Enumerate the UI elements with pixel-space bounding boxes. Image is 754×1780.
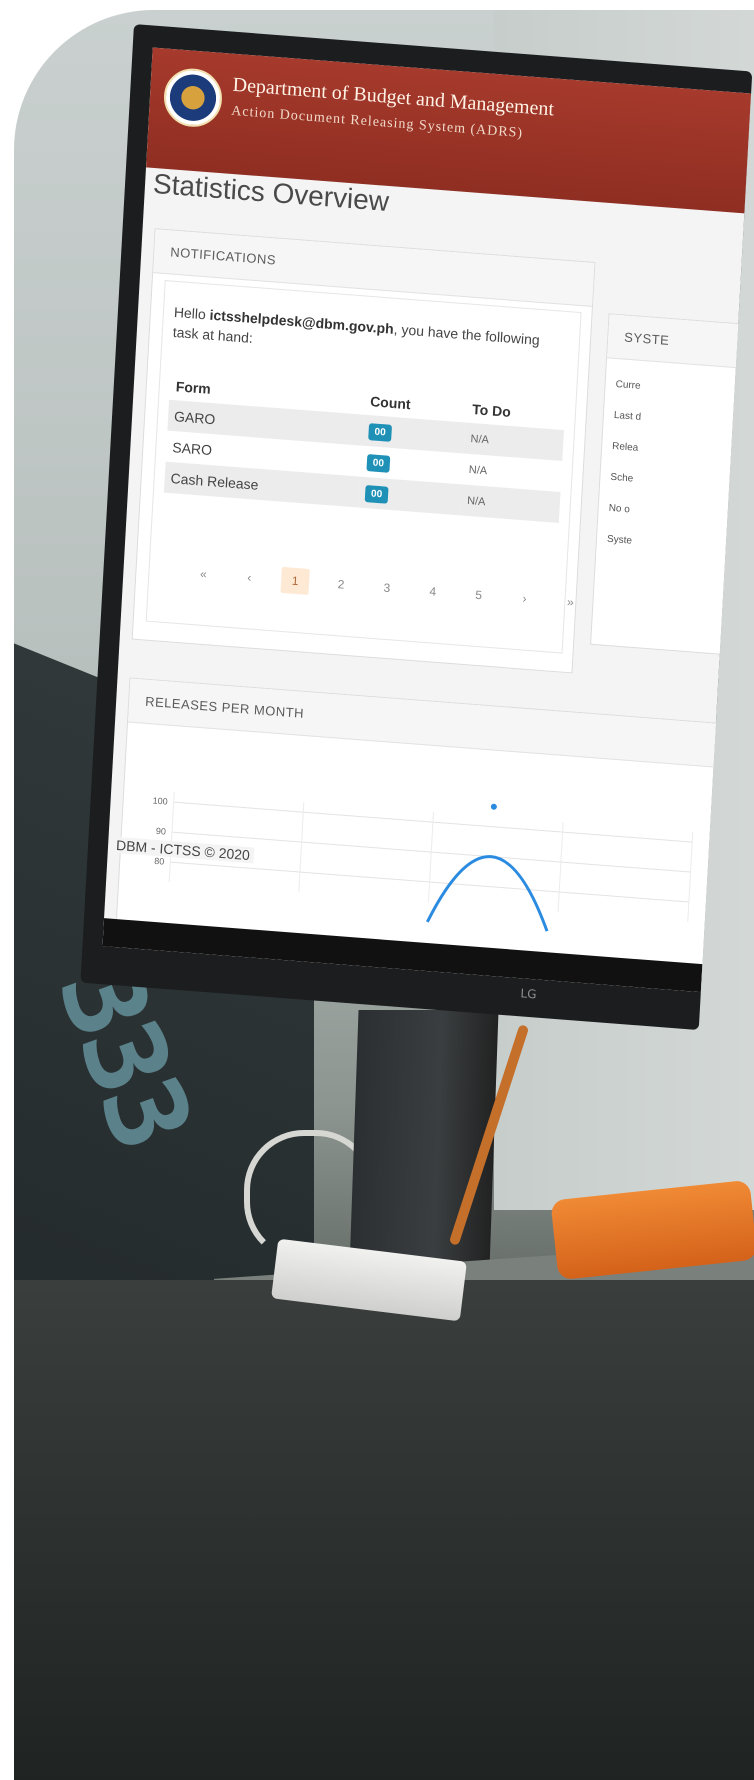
monitor-stand [349,1010,499,1270]
photo-frame: 333 Department of Budget and Management … [14,10,754,1780]
desk [14,1280,754,1780]
page-button-1[interactable]: 1 [280,566,310,595]
first-page-button[interactable]: « [189,560,218,588]
prev-page-button[interactable]: ‹ [235,563,264,591]
dbm-seal-logo [162,66,224,129]
notifications-body: Hello ictsshelpdesk@dbm.gov.ph, you have… [145,280,585,654]
grid-line [427,812,434,903]
monitor: Department of Budget and Management Acti… [80,24,753,1031]
pagination: « ‹ 1 2 3 4 5 › » [189,560,585,616]
greeting-prefix: Hello [173,303,211,323]
lg-brand-logo: LG [520,986,537,1002]
grid-line [168,792,175,883]
monitor-screen: Department of Budget and Management Acti… [102,47,752,993]
grid-line [298,802,305,893]
count-badge[interactable]: 00 [364,485,389,504]
page-button-5[interactable]: 5 [464,581,493,609]
count-badge[interactable]: 00 [366,454,391,473]
page-button-4[interactable]: 4 [418,577,447,605]
y-tick-label: 80 [154,856,165,867]
tasks-table: Form Count To Do GARO 00 N/A SARO 00 N/A… [163,372,566,523]
page-button-3[interactable]: 3 [372,574,401,602]
page-button-2[interactable]: 2 [326,570,355,598]
greeting-text: Hello ictsshelpdesk@dbm.gov.ph, you have… [172,302,553,371]
series-line [425,855,549,932]
data-point[interactable] [490,803,497,810]
count-badge[interactable]: 00 [368,423,393,442]
next-page-button[interactable]: › [510,584,539,612]
y-tick-label: 90 [156,826,167,837]
y-tick-label: 100 [152,796,168,807]
grid-line [557,822,564,913]
notifications-panel: NOTIFICATIONS Hello ictsshelpdesk@dbm.go… [131,228,596,674]
grid-line [687,832,694,922]
system-list: Curre Last d Relea Sche No o Syste [596,358,747,574]
row-todo: N/A [460,484,561,523]
last-page-button[interactable]: » [556,588,585,616]
